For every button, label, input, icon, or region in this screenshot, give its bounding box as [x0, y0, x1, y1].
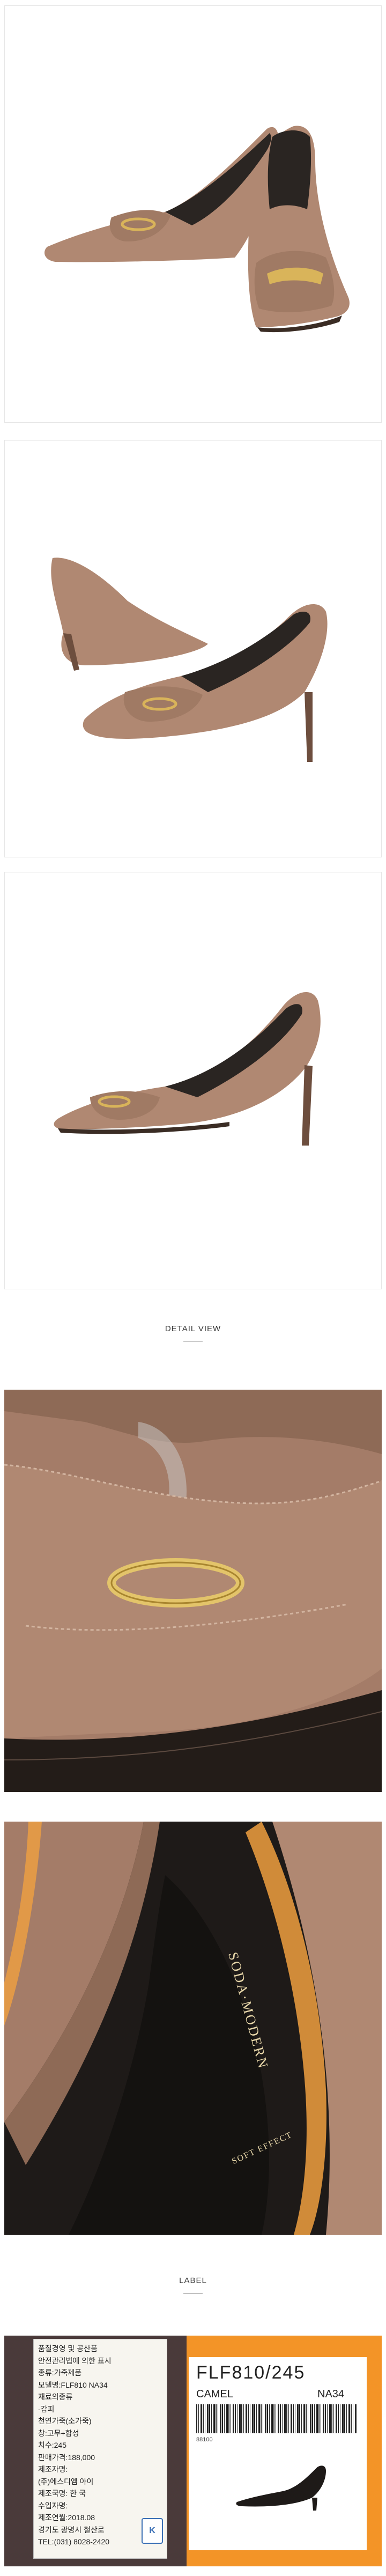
label-line: 종류:가죽제품: [38, 2368, 82, 2377]
label-line: 치수:245: [38, 2441, 67, 2449]
label-divider: [183, 2293, 203, 2294]
product-photo-3: [4, 872, 382, 1289]
product-photo-2: [4, 440, 382, 857]
sticker-model: NA34: [317, 2388, 345, 2400]
label-line: 모델명:FLF810 NA34: [38, 2380, 108, 2389]
detail-view-divider: [183, 1341, 203, 1342]
sticker-white-label: FLF810/245 CAMEL NA34 88100: [189, 2357, 367, 2550]
product-photo-1: [4, 5, 382, 423]
detail-photo-insole: SODA·MODERN SOFT EFFECT: [4, 1822, 382, 2235]
detail-view-title: DETAIL VIEW: [165, 1324, 221, 1333]
price-sticker: FLF810/245 CAMEL NA34 88100: [187, 2336, 382, 2566]
label-line: 창:고무+합성: [38, 2428, 79, 2438]
label-line: -갑피: [38, 2404, 55, 2413]
shoe-pair-heels-illustration: [51, 557, 328, 762]
label-line: 판매가격:188,000: [38, 2453, 95, 2462]
label-line: 천연가죽(소가죽): [38, 2417, 92, 2425]
sticker-small-number: 88100: [196, 2436, 213, 2443]
sticker-code: FLF810/245: [196, 2362, 306, 2383]
detail-photo-buckle: [4, 1390, 382, 1792]
suede-buckle-closeup: [4, 1390, 382, 1792]
barcode-icon: [196, 2404, 357, 2433]
shoe-pair-illustration: [44, 126, 350, 333]
single-shoe-side-illustration: [54, 992, 321, 1146]
label-line: 품질경영 및 공산품: [38, 2344, 98, 2353]
label-line: 제조자명:: [38, 2465, 68, 2474]
label-line: 재료의종류: [38, 2392, 73, 2401]
label-line: 제조국명: 한 국: [38, 2489, 86, 2498]
label-title: LABEL: [179, 2276, 207, 2285]
insole-closeup: [4, 1822, 382, 2235]
label-line: 안전관리법에 의한 표시: [38, 2356, 112, 2365]
label-line: (주)에스디엠 아이: [38, 2477, 94, 2486]
sticker-color: CAMEL: [196, 2388, 233, 2400]
shoe-thumbnail-icon: [236, 2465, 326, 2511]
label-lines: 품질경영 및 공산품안전관리법에 의한 표시종류:가죽제품모델명:FLF810 …: [38, 2343, 162, 2548]
label-photo: 품질경영 및 공산품안전관리법에 의한 표시종류:가죽제품모델명:FLF810 …: [4, 2336, 382, 2566]
label-line: 수입자명:: [38, 2501, 68, 2510]
kc-mark-icon: K: [142, 2518, 163, 2544]
